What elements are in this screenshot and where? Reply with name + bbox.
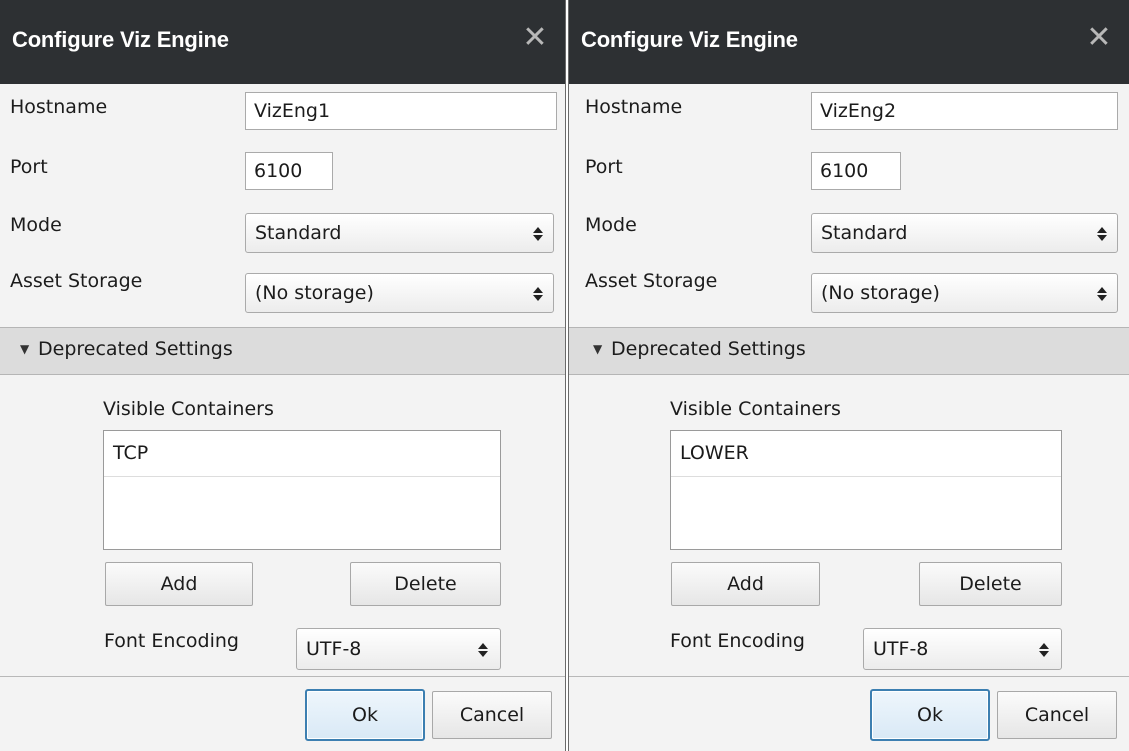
asset-storage-select[interactable]: (No storage) — [245, 273, 554, 313]
mode-label: Mode — [585, 214, 637, 236]
updown-arrows-icon — [478, 629, 488, 669]
hostname-input[interactable]: VizEng2 — [811, 92, 1118, 130]
font-encoding-label: Font Encoding — [104, 630, 239, 652]
configure-viz-engine-dialog-1: Configure Viz Engine ✕ Hostname VizEng1 … — [0, 0, 566, 751]
port-label: Port — [10, 156, 48, 178]
hostname-input[interactable]: VizEng1 — [245, 92, 557, 130]
configure-viz-engine-dialog-2: Configure Viz Engine ✕ Hostname VizEng2 … — [568, 0, 1129, 751]
dialog-title: Configure Viz Engine — [12, 27, 229, 52]
deprecated-settings-label: Deprecated Settings — [611, 338, 806, 360]
close-icon[interactable]: ✕ — [519, 20, 551, 56]
visible-containers-label: Visible Containers — [103, 398, 274, 420]
deprecated-settings-label: Deprecated Settings — [38, 338, 233, 360]
asset-storage-select[interactable]: (No storage) — [811, 273, 1118, 313]
updown-arrows-icon — [533, 214, 543, 252]
add-button[interactable]: Add — [671, 562, 820, 606]
hostname-label: Hostname — [585, 96, 683, 118]
footer-divider — [569, 676, 1129, 677]
updown-arrows-icon — [1039, 629, 1049, 669]
mode-select-value: Standard — [255, 222, 342, 244]
cancel-button[interactable]: Cancel — [432, 691, 552, 739]
hostname-label: Hostname — [10, 96, 108, 118]
updown-arrows-icon — [533, 274, 543, 312]
font-encoding-label: Font Encoding — [670, 630, 805, 652]
ok-button[interactable]: Ok — [870, 689, 990, 741]
deprecated-settings-header[interactable]: ▼ Deprecated Settings — [569, 327, 1129, 375]
updown-arrows-icon — [1097, 274, 1107, 312]
add-button[interactable]: Add — [105, 562, 253, 606]
delete-button[interactable]: Delete — [350, 562, 501, 606]
footer-divider — [0, 676, 565, 677]
title-bar[interactable]: Configure Viz Engine ✕ — [0, 0, 565, 84]
list-item[interactable]: TCP — [104, 431, 500, 477]
asset-storage-select-value: (No storage) — [255, 282, 374, 304]
delete-button[interactable]: Delete — [919, 562, 1062, 606]
port-label: Port — [585, 156, 623, 178]
visible-containers-list[interactable]: TCP — [103, 430, 501, 550]
dialog-title: Configure Viz Engine — [581, 27, 798, 52]
visible-containers-label: Visible Containers — [670, 398, 841, 420]
title-bar[interactable]: Configure Viz Engine ✕ — [569, 0, 1129, 84]
asset-storage-label: Asset Storage — [10, 270, 143, 292]
triangle-down-icon: ▼ — [20, 342, 30, 356]
font-encoding-select-value: UTF-8 — [306, 638, 362, 660]
mode-select-value: Standard — [821, 222, 908, 244]
list-item[interactable]: LOWER — [671, 431, 1061, 477]
port-input[interactable]: 6100 — [245, 152, 333, 190]
font-encoding-select[interactable]: UTF-8 — [296, 628, 501, 670]
port-input[interactable]: 6100 — [811, 152, 901, 190]
close-icon[interactable]: ✕ — [1083, 20, 1115, 56]
asset-storage-select-value: (No storage) — [821, 282, 940, 304]
deprecated-settings-header[interactable]: ▼ Deprecated Settings — [0, 327, 565, 375]
mode-label: Mode — [10, 214, 62, 236]
font-encoding-select[interactable]: UTF-8 — [863, 628, 1062, 670]
visible-containers-list[interactable]: LOWER — [670, 430, 1062, 550]
ok-button[interactable]: Ok — [305, 689, 425, 741]
cancel-button[interactable]: Cancel — [997, 691, 1117, 739]
font-encoding-select-value: UTF-8 — [873, 638, 929, 660]
triangle-down-icon: ▼ — [593, 342, 603, 356]
updown-arrows-icon — [1097, 214, 1107, 252]
mode-select[interactable]: Standard — [245, 213, 554, 253]
mode-select[interactable]: Standard — [811, 213, 1118, 253]
asset-storage-label: Asset Storage — [585, 270, 718, 292]
